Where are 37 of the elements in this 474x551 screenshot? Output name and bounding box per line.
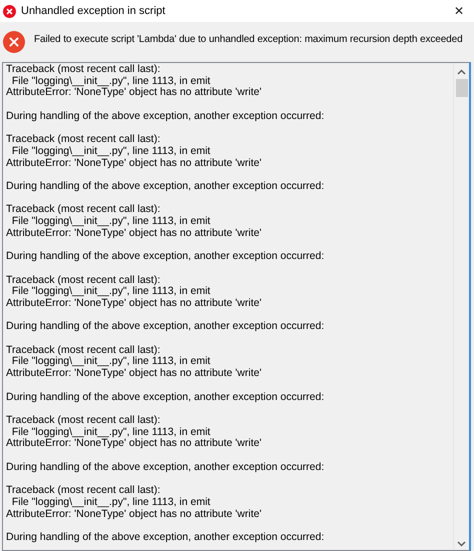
log-line: During handling of the above exception, another exception occurred:	[6, 532, 324, 544]
log-line: Traceback (most recent call last):	[6, 274, 160, 286]
log-line: Traceback (most recent call last):	[6, 414, 160, 427]
log-line: File "logging\__init__.py", line 1113, in emit	[10, 146, 210, 158]
scroll-up-icon[interactable]	[457, 69, 466, 75]
scrollbar[interactable]	[453, 63, 469, 550]
log-line: AttributeError: 'NoneType' object has no attribute 'write'	[6, 87, 262, 100]
error-icon	[3, 31, 25, 53]
log-line: During handling of the above exception, another exception occurred:	[6, 321, 324, 334]
log-line: Traceback (most recent call last):	[6, 485, 160, 497]
log-line: During handling of the above exception, another exception occurred:	[6, 180, 324, 193]
log-line: AttributeError: 'NoneType' object has no attribute 'write'	[6, 228, 262, 240]
log-line: Traceback (most recent call last):	[6, 204, 160, 216]
scrollbar-thumb[interactable]	[456, 79, 468, 97]
log-line: During handling of the above exception, another exception occurred:	[6, 392, 324, 404]
log-line: Traceback (most recent call last):	[6, 64, 160, 76]
log-line: During handling of the above exception, another exception occurred:	[6, 251, 324, 263]
close-button[interactable]: ✕	[447, 1, 471, 21]
log-line: AttributeError: 'NoneType' object has no attribute 'write'	[6, 158, 262, 170]
error-icon	[3, 4, 16, 18]
log-line: File "logging\__init__.py", line 1113, in emit	[10, 356, 210, 368]
scroll-down-icon[interactable]	[457, 541, 466, 547]
log-line: During handling of the above exception, another exception occurred:	[6, 462, 324, 474]
log-line: Traceback (most recent call last):	[6, 134, 160, 146]
log-line: File "logging\__init__.py", line 1113, in emit	[10, 426, 210, 438]
window-title: Unhandled exception in script	[21, 4, 166, 19]
log-line: During handling of the above exception, another exception occurred:	[6, 110, 324, 122]
log-line: AttributeError: 'NoneType' object has no attribute 'write'	[6, 508, 262, 520]
error-message: Failed to execute script 'Lambda' due to unhandled exception: maximum recursion depth exceeded	[34, 32, 463, 46]
log-line: AttributeError: 'NoneType' object has no attribute 'write'	[6, 298, 262, 310]
log-line: File "logging\__init__.py", line 1113, in emit	[10, 496, 210, 509]
log-line: AttributeError: 'NoneType' object has no attribute 'write'	[6, 368, 262, 380]
log-line: File "logging\__init__.py", line 1113, in emit	[10, 286, 210, 298]
log-line: Traceback (most recent call last):	[6, 344, 160, 356]
log-line: File "logging\__init__.py", line 1113, in emit	[10, 76, 210, 87]
log-line: AttributeError: 'NoneType' object has no attribute 'write'	[6, 438, 262, 450]
log-line: File "logging\__init__.py", line 1113, in emit	[10, 216, 210, 228]
